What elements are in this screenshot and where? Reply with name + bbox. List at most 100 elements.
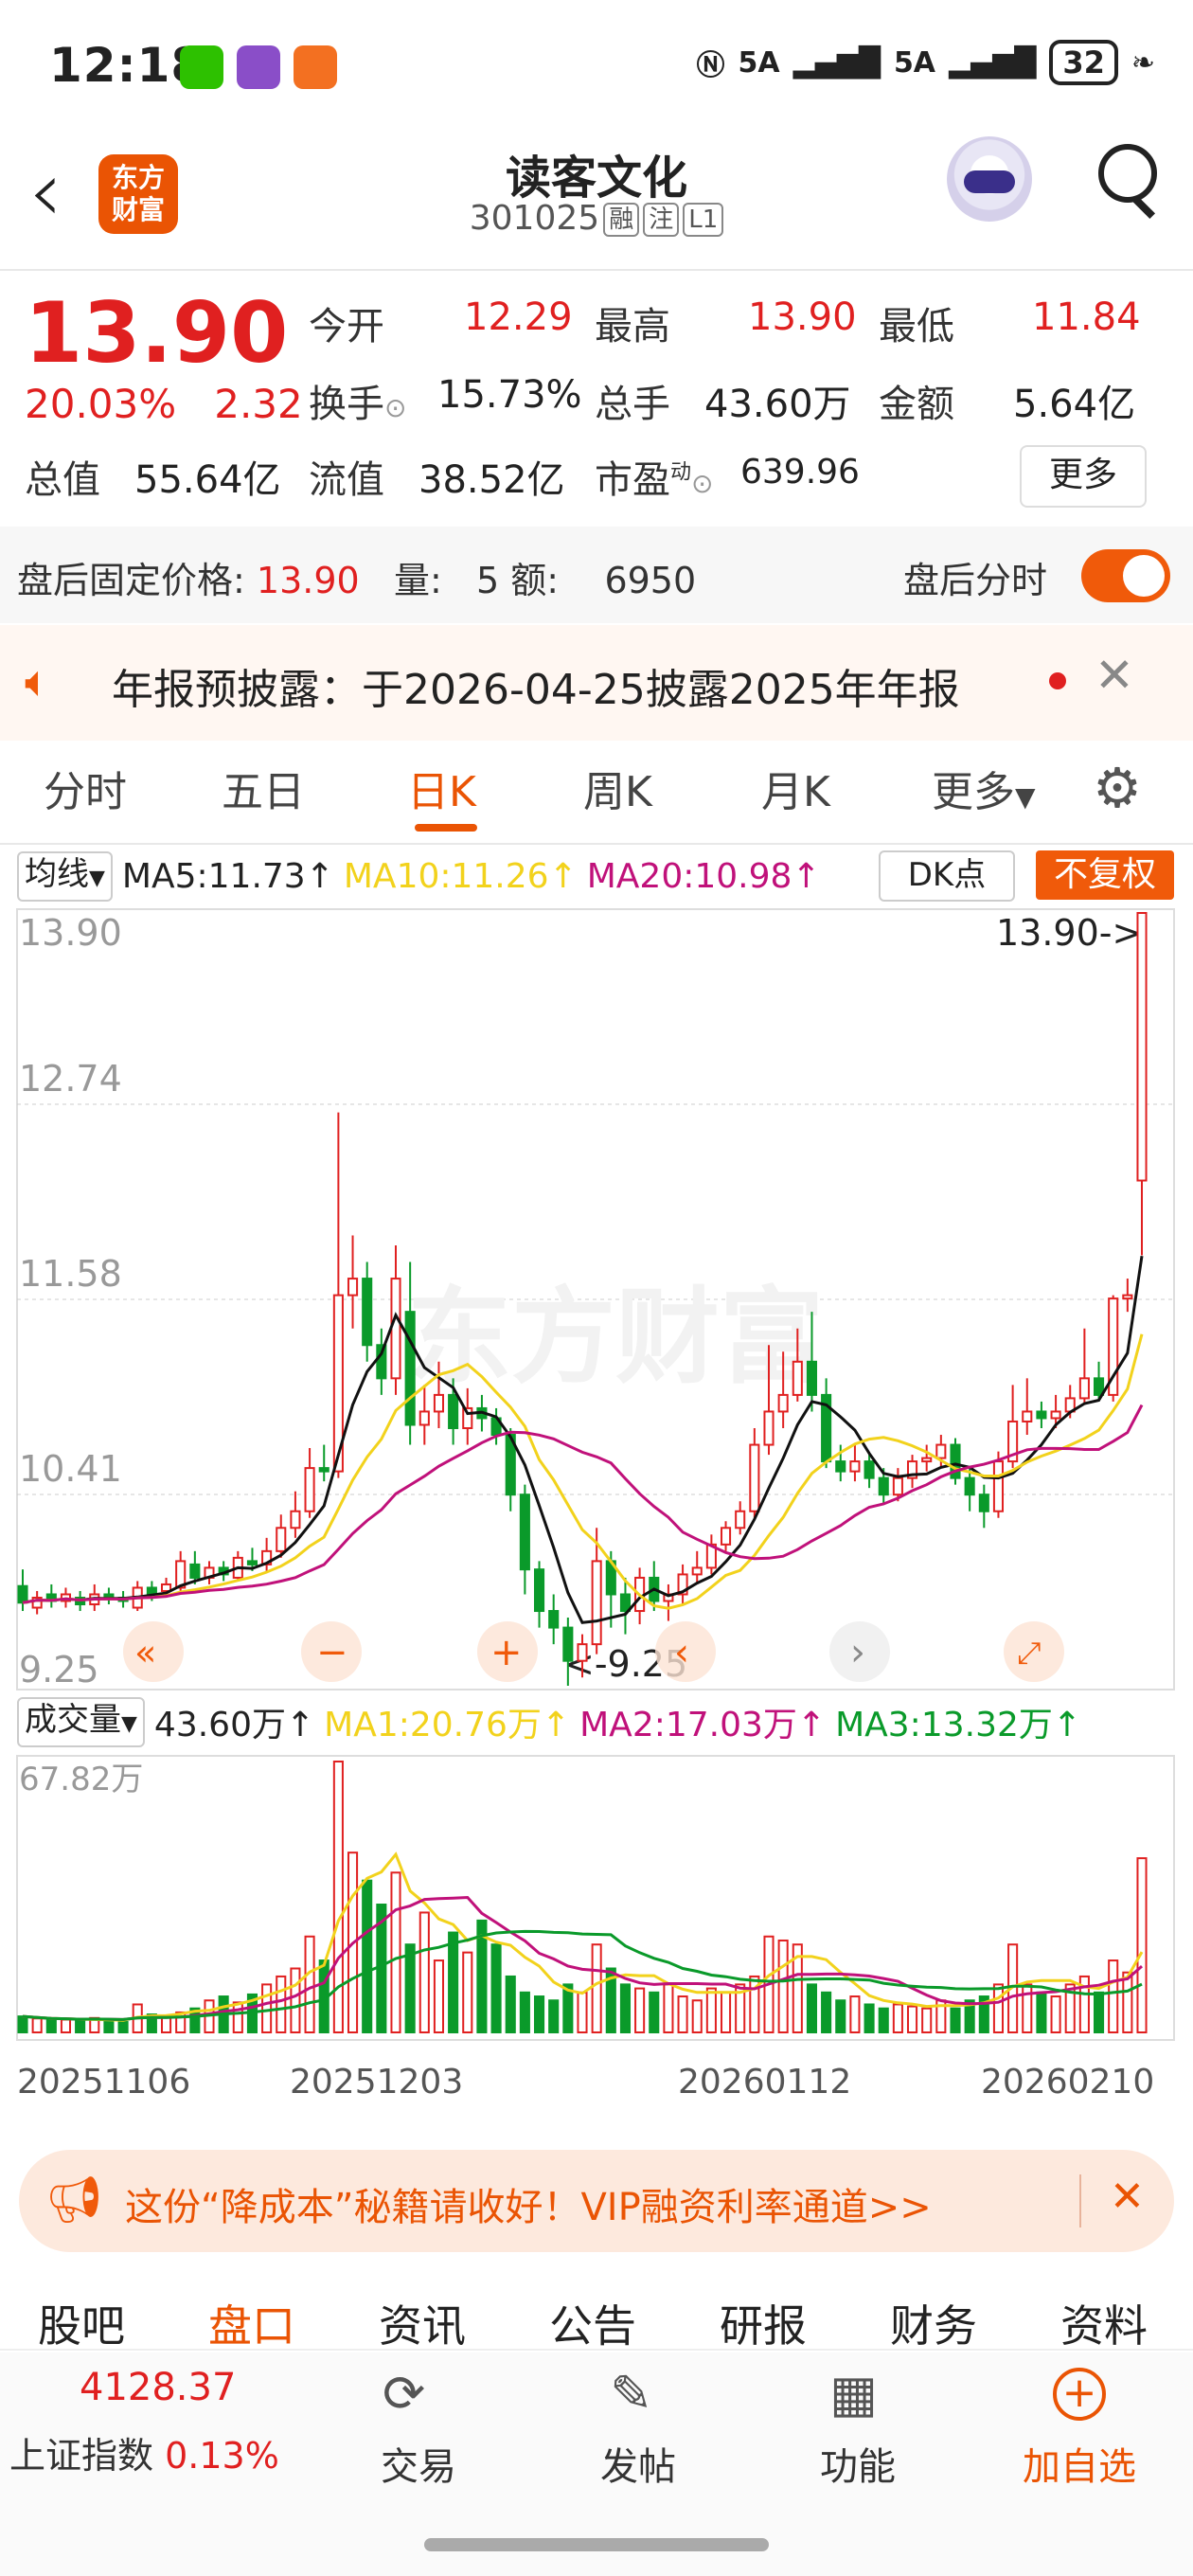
current-price: 13.90 — [25, 284, 289, 382]
candle-body — [577, 1643, 588, 1662]
dk-button[interactable]: DK点 — [879, 850, 1015, 902]
candle-body — [290, 1510, 301, 1530]
tab-weekly-k[interactable]: 周K — [583, 758, 652, 818]
candle-body — [735, 1510, 746, 1530]
candle-body — [691, 1566, 703, 1576]
tab-profile[interactable]: 资料 — [1060, 2292, 1148, 2354]
stock-code: 301025 — [469, 199, 600, 238]
volume-bar — [304, 1935, 315, 2034]
candle-body — [1036, 1410, 1047, 1420]
tag-registration: 注 — [643, 203, 680, 237]
volume-bar — [261, 1983, 273, 2033]
candle-body — [878, 1476, 889, 1496]
apps-grid-icon: ▦ — [829, 2364, 879, 2424]
candle-body — [806, 1360, 818, 1396]
candle-body — [864, 1460, 875, 1479]
tab-guba[interactable]: 股吧 — [38, 2292, 125, 2354]
close-icon[interactable]: ✕ — [1095, 648, 1134, 703]
candle-body — [921, 1457, 933, 1463]
tab-more[interactable]: 更多▼ — [932, 758, 1036, 818]
adjust-button[interactable]: 不复权 — [1036, 850, 1174, 900]
tab-intraday[interactable]: 分时 — [44, 758, 127, 818]
candle-body — [246, 1560, 258, 1565]
candle-body — [1022, 1410, 1033, 1422]
tab-finance[interactable]: 财务 — [890, 2292, 977, 2354]
y-tick-label: 10.41 — [19, 1448, 122, 1490]
field-float-cap: 38.52亿 — [418, 458, 565, 502]
watermark: 东方财富 — [407, 1277, 824, 1398]
volume-bar — [1122, 1971, 1133, 2034]
after-hours-amt-label: 额: — [510, 560, 560, 601]
index-info[interactable]: 上证指数 0.13% — [9, 2426, 279, 2478]
chevron-right-icon: › — [850, 1631, 865, 1674]
footer-post[interactable]: 发帖 — [600, 2436, 676, 2491]
volume-legend: 成交量▼ 43.60万↑ MA1:20.76万↑ MA2:17.03万↑ MA3… — [17, 1695, 1081, 1748]
change-pct: 20.03% — [25, 381, 177, 427]
divider — [0, 843, 1193, 845]
field-low: 11.84 — [1032, 295, 1141, 339]
volume-selector[interactable]: 成交量▼ — [17, 1696, 145, 1747]
tab-monthly-k[interactable]: 月K — [761, 758, 830, 818]
field-amount: 5.64亿 — [1013, 383, 1136, 426]
field-label: 市盈动⊙ — [595, 458, 714, 502]
divider — [1079, 2174, 1081, 2227]
candle-body — [964, 1476, 975, 1496]
volume-bar — [906, 2005, 918, 2034]
volume-bar — [634, 1987, 646, 2034]
tab-announcements[interactable]: 公告 — [549, 2292, 636, 2354]
volume-bar — [1108, 1959, 1119, 2034]
candle-body — [448, 1393, 459, 1429]
pe-sup: 动 — [670, 460, 692, 485]
tab-five-day[interactable]: 五日 — [222, 758, 305, 818]
field-label: 今开 — [309, 305, 384, 349]
volume-bar — [1022, 1983, 1033, 2033]
candle-body — [892, 1476, 903, 1496]
candle-body — [619, 1593, 632, 1613]
search-icon[interactable] — [1098, 144, 1157, 203]
volume-bar — [849, 1995, 861, 2034]
app-notification-icon — [237, 45, 280, 89]
volume-bar — [418, 1911, 430, 2033]
candle-body — [835, 1460, 846, 1473]
megaphone-icon: 📢︎ — [45, 2174, 103, 2227]
footer-add-watchlist[interactable]: 加自选 — [1023, 2436, 1136, 2491]
close-icon[interactable]: ✕ — [1110, 2173, 1145, 2221]
tab-research[interactable]: 研报 — [720, 2292, 807, 2354]
tab-news[interactable]: 资讯 — [379, 2292, 466, 2354]
x-tick-label: 20251106 — [17, 2063, 190, 2102]
volume-bar — [1050, 1995, 1061, 2034]
tab-daily-k[interactable]: 日K — [407, 758, 476, 818]
volume-value: 43.60万↑ — [153, 1706, 315, 1744]
footer-trade[interactable]: 交易 — [381, 2436, 456, 2491]
kline-chart[interactable]: 东方财富 13.90 12.74 11.58 10.41 9.25 13.90-… — [0, 900, 1193, 2131]
tab-pankou[interactable]: 盘口 — [208, 2292, 295, 2354]
volume-bar — [921, 2007, 933, 2034]
volume-bar — [992, 1983, 1005, 2033]
divider — [0, 2349, 1193, 2351]
candle-body — [749, 1443, 760, 1512]
volume-bar — [60, 2018, 72, 2033]
volume-bar — [117, 2021, 129, 2034]
volume-bar — [720, 1991, 732, 2034]
candle-body — [304, 1467, 315, 1512]
gear-icon[interactable]: ⚙ — [1093, 756, 1142, 820]
field-label: 流值 — [309, 458, 384, 502]
status-icons: Ⓝ 5A ▂▄▆█ 5A ▂▄▆█ 32 ❧ — [697, 40, 1155, 85]
index-value[interactable]: 4128.37 — [80, 2366, 236, 2409]
volume-bar — [821, 1991, 832, 2034]
robot-face — [964, 170, 1015, 193]
volume-bar — [1036, 1991, 1047, 2034]
candle-body — [276, 1527, 287, 1552]
footer-functions[interactable]: 功能 — [820, 2436, 896, 2491]
chevron-down-icon: ▼ — [121, 1711, 137, 1736]
volume-bar — [806, 1983, 818, 2033]
volume-bar — [677, 1995, 688, 2034]
bank-app-icon — [294, 45, 337, 89]
volume-bar — [864, 2003, 875, 2033]
candle-body — [189, 1563, 201, 1579]
candle-body — [347, 1278, 359, 1297]
plus-icon: + — [490, 1631, 523, 1674]
ma-selector[interactable]: 均线▼ — [17, 850, 113, 902]
home-indicator — [424, 2538, 769, 2551]
more-button[interactable]: 更多 — [1020, 445, 1147, 508]
